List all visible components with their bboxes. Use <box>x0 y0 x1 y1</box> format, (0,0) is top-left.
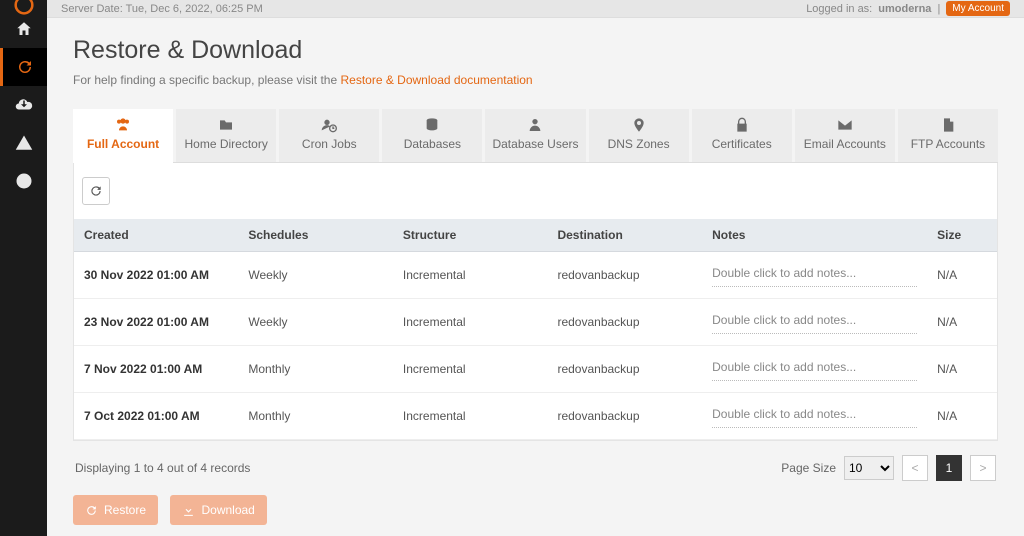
pager-prev[interactable]: < <box>902 455 928 481</box>
cell-structure: Incremental <box>393 252 548 299</box>
logged-in-user: umoderna <box>878 3 931 15</box>
map-pin-icon <box>631 117 647 133</box>
tab-dns-zones[interactable]: DNS Zones <box>589 109 689 162</box>
col-structure[interactable]: Structure <box>393 219 548 252</box>
tab-certificates[interactable]: Certificates <box>692 109 792 162</box>
cell-structure: Incremental <box>393 393 548 440</box>
tab-full-account[interactable]: Full Account <box>73 109 173 163</box>
col-schedules[interactable]: Schedules <box>238 219 393 252</box>
server-date-value: Tue, Dec 6, 2022, 06:25 PM <box>126 3 263 15</box>
pager-next[interactable]: > <box>970 455 996 481</box>
refresh-button[interactable] <box>82 177 110 205</box>
col-created[interactable]: Created <box>74 219 238 252</box>
page-size-label: Page Size <box>781 461 836 475</box>
col-notes[interactable]: Notes <box>702 219 927 252</box>
cell-size: N/A <box>927 393 997 440</box>
tab-database-users[interactable]: Database Users <box>485 109 585 162</box>
cell-destination: redovanbackup <box>547 252 702 299</box>
cell-notes[interactable]: Double click to add notes... <box>712 404 917 428</box>
tab-databases[interactable]: Databases <box>382 109 482 162</box>
sidebar-alerts[interactable] <box>0 124 47 162</box>
page-size-select[interactable]: 10 <box>844 456 894 480</box>
sidebar-history[interactable] <box>0 162 47 200</box>
cell-structure: Incremental <box>393 299 548 346</box>
help-link[interactable]: Restore & Download documentation <box>340 73 532 87</box>
cell-schedules: Monthly <box>238 346 393 393</box>
tab-cron-jobs[interactable]: Cron Jobs <box>279 109 379 162</box>
tabs: Full Account Home Directory Cron Jobs Da… <box>73 109 998 163</box>
cell-created: 23 Nov 2022 01:00 AM <box>74 299 238 346</box>
cell-notes[interactable]: Double click to add notes... <box>712 263 917 287</box>
database-icon <box>424 117 440 133</box>
cell-notes[interactable]: Double click to add notes... <box>712 310 917 334</box>
brand-logo <box>0 0 47 10</box>
cell-created: 7 Oct 2022 01:00 AM <box>74 393 238 440</box>
sidebar-restore[interactable] <box>0 48 47 86</box>
table-row[interactable]: 7 Oct 2022 01:00 AMMonthlyIncrementalred… <box>74 393 997 440</box>
restore-button[interactable]: Restore <box>73 495 158 525</box>
cell-structure: Incremental <box>393 346 548 393</box>
cell-size: N/A <box>927 252 997 299</box>
tab-home-directory[interactable]: Home Directory <box>176 109 276 162</box>
cell-destination: redovanbackup <box>547 346 702 393</box>
help-line: For help finding a specific backup, plea… <box>73 73 998 87</box>
file-icon <box>940 117 956 133</box>
download-button[interactable]: Download <box>170 495 266 525</box>
table-row[interactable]: 23 Nov 2022 01:00 AMWeeklyIncrementalred… <box>74 299 997 346</box>
sidebar <box>0 0 47 536</box>
cell-schedules: Monthly <box>238 393 393 440</box>
cell-size: N/A <box>927 346 997 393</box>
folder-icon <box>218 117 234 133</box>
page-title: Restore & Download <box>73 36 998 65</box>
tab-email-accounts[interactable]: Email Accounts <box>795 109 895 162</box>
my-account-button[interactable]: My Account <box>946 1 1010 16</box>
cell-created: 7 Nov 2022 01:00 AM <box>74 346 238 393</box>
tab-ftp-accounts[interactable]: FTP Accounts <box>898 109 998 162</box>
sidebar-download[interactable] <box>0 86 47 124</box>
server-date-label: Server Date: <box>61 3 123 15</box>
cell-destination: redovanbackup <box>547 299 702 346</box>
cell-size: N/A <box>927 299 997 346</box>
backups-table: Created Schedules Structure Destination … <box>74 219 997 440</box>
lock-icon <box>734 117 750 133</box>
cell-destination: redovanbackup <box>547 393 702 440</box>
col-destination[interactable]: Destination <box>547 219 702 252</box>
table-row[interactable]: 7 Nov 2022 01:00 AMMonthlyIncrementalred… <box>74 346 997 393</box>
envelope-icon <box>837 117 853 133</box>
cell-schedules: Weekly <box>238 252 393 299</box>
topbar: Server Date: Tue, Dec 6, 2022, 06:25 PM … <box>47 0 1024 18</box>
cell-notes[interactable]: Double click to add notes... <box>712 357 917 381</box>
pager-current[interactable]: 1 <box>936 455 962 481</box>
record-summary: Displaying 1 to 4 out of 4 records <box>75 461 250 475</box>
sidebar-home[interactable] <box>0 10 47 48</box>
db-users-icon <box>527 117 543 133</box>
cell-created: 30 Nov 2022 01:00 AM <box>74 252 238 299</box>
backups-panel: Created Schedules Structure Destination … <box>73 163 998 441</box>
full-account-icon <box>115 117 131 133</box>
user-clock-icon <box>321 117 337 133</box>
table-row[interactable]: 30 Nov 2022 01:00 AMWeeklyIncrementalred… <box>74 252 997 299</box>
logged-in-label: Logged in as: <box>806 3 872 15</box>
cell-schedules: Weekly <box>238 299 393 346</box>
col-size[interactable]: Size <box>927 219 997 252</box>
